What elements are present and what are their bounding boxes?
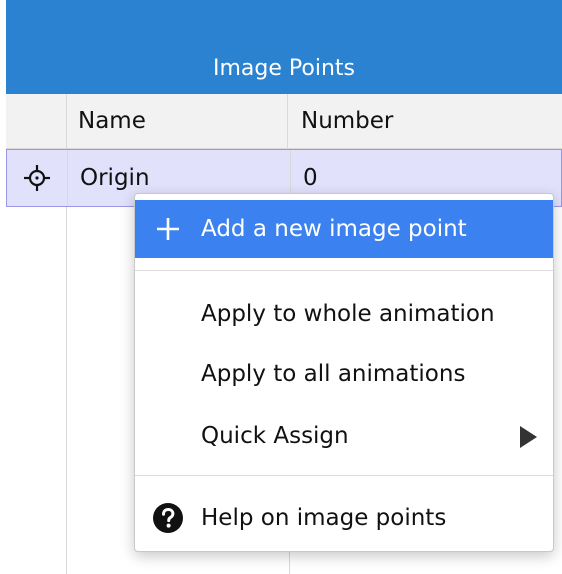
menu-separator [135, 475, 553, 476]
panel-header: Image Points [6, 0, 562, 94]
column-divider [66, 207, 67, 574]
table-header-row: Name Number [6, 94, 562, 149]
plus-icon [151, 200, 185, 258]
menu-item-apply-whole-animation[interactable]: Apply to whole animation [135, 285, 553, 343]
column-header-number[interactable]: Number [289, 94, 562, 148]
help-icon [151, 489, 185, 547]
panel-title: Image Points [213, 56, 355, 81]
menu-item-label: Add a new image point [201, 216, 467, 242]
menu-item-label: Apply to all animations [201, 361, 466, 387]
crosshair-icon [7, 150, 66, 206]
menu-item-apply-all-animations[interactable]: Apply to all animations [135, 345, 553, 403]
menu-item-label: Help on image points [201, 505, 447, 531]
menu-item-add-image-point[interactable]: Add a new image point [135, 200, 553, 258]
submenu-arrow-icon [520, 426, 537, 448]
context-menu: Add a new image point Apply to whole ani… [134, 193, 554, 552]
column-header-name[interactable]: Name [66, 94, 288, 148]
menu-item-label: Quick Assign [201, 423, 349, 449]
column-header-icon[interactable] [6, 94, 67, 148]
menu-item-quick-assign[interactable]: Quick Assign [135, 407, 553, 465]
menu-item-help-image-points[interactable]: Help on image points [135, 489, 553, 547]
menu-item-label: Apply to whole animation [201, 301, 495, 327]
menu-separator [135, 270, 553, 271]
